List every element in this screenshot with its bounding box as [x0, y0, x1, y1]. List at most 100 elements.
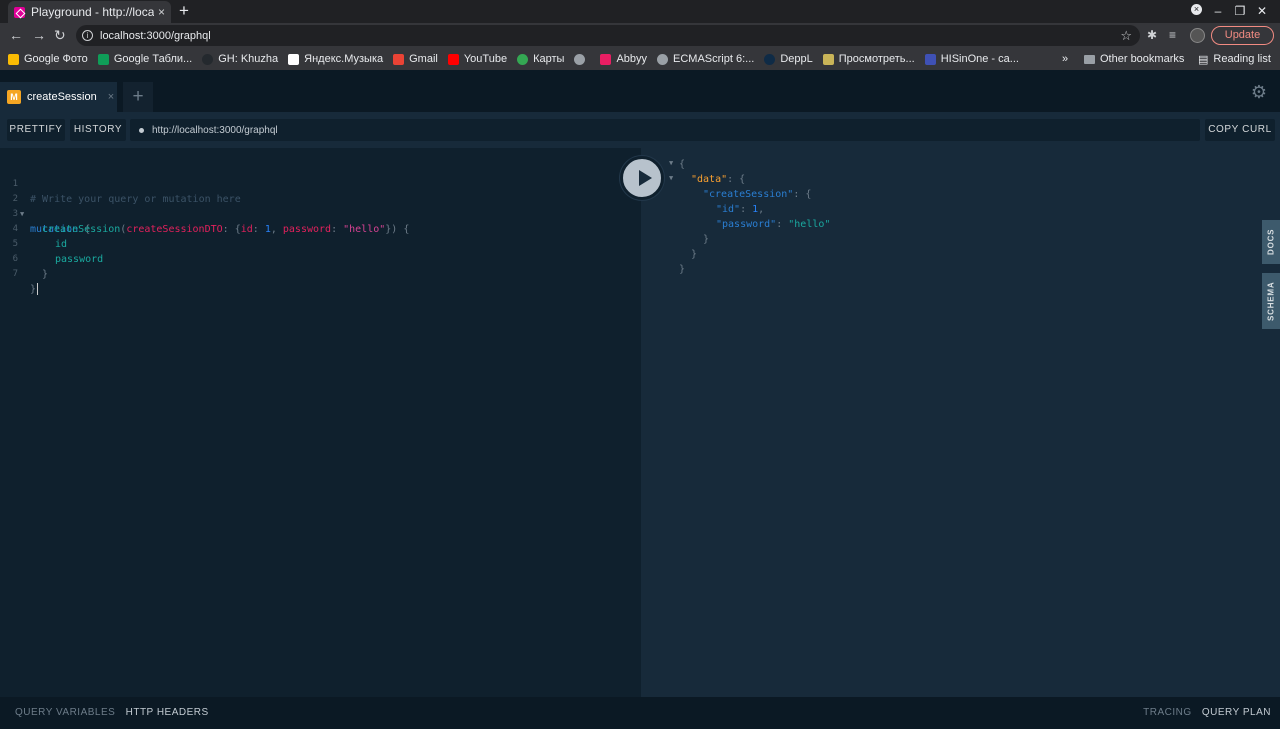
editor-line: 5 password [12, 239, 104, 265]
bookmark-item[interactable]: Яндекс.Музыка [288, 53, 383, 65]
result-line: "createSession": { [703, 189, 812, 200]
bookmark-item[interactable]: Карты [517, 53, 564, 65]
editor-line: 6 } [12, 254, 49, 280]
bookmark-item[interactable]: Просмотреть... [822, 53, 915, 65]
bookmark-item[interactable]: Abbyy [600, 53, 647, 65]
forward-arrow-icon[interactable]: → [32, 27, 46, 43]
run-query-play-button[interactable] [620, 156, 664, 200]
result-line: } [679, 264, 686, 275]
bookmark-item[interactable]: ECMAScript 6:... [657, 53, 754, 65]
reading-list-icon: ▤ [1198, 53, 1209, 66]
new-tab-button[interactable]: + [179, 2, 189, 20]
bookmark-item[interactable]: Gmail [393, 53, 438, 65]
result-line: } [691, 249, 698, 260]
bookmark-icon [97, 53, 109, 65]
extensions-puzzle-icon[interactable]: ✱ [1147, 28, 1157, 42]
editor-line: 3 createSession(createSessionDTO: {id: 1… [12, 209, 410, 235]
query-editor[interactable]: 1 # Write your query or mutation here 2 … [0, 148, 641, 697]
result-line: } [703, 234, 710, 245]
fold-arrow-icon[interactable]: ▼ [669, 159, 673, 167]
minimize-icon[interactable]: – [1212, 4, 1224, 18]
browser-tab-title: Playground - http://localh [31, 5, 154, 19]
playground-tab-label: createSession [27, 91, 97, 103]
browser-tab[interactable]: Playground - http://localh × [8, 1, 171, 23]
tracing-tab[interactable]: TRACING [1143, 707, 1192, 718]
play-icon [288, 53, 300, 65]
back-arrow-icon[interactable]: ← [9, 27, 23, 43]
add-tab-button[interactable]: + [123, 82, 153, 112]
reading-list[interactable]: ▤ Reading list [1198, 48, 1271, 70]
bookmark-item[interactable]: HISinOne - ca... [924, 53, 1019, 65]
docs-tab[interactable]: DOCS [1262, 220, 1280, 264]
editor-line: 7 } [12, 269, 39, 295]
result-pane: ▼ { ▼ "data": { "createSession": { "id":… [641, 148, 1280, 697]
maps-pin-icon [517, 53, 529, 65]
query-variables-tab[interactable]: QUERY VARIABLES [15, 707, 115, 718]
media-queue-icon[interactable]: ≡ [1169, 28, 1176, 42]
playground-tab[interactable]: M createSession × [0, 82, 117, 112]
gmail-icon [393, 53, 405, 65]
playground-tab-bar: M createSession × + ⚙ [0, 70, 1280, 112]
window-controls: × – ❐ ✕ [1191, 4, 1268, 18]
close-window-icon[interactable]: ✕ [1256, 4, 1268, 18]
address-bar[interactable]: i localhost:3000/graphql ☆ [76, 25, 1140, 46]
site-info-icon[interactable]: i [82, 30, 93, 41]
bookmark-item[interactable]: Google Фото [8, 53, 88, 65]
more-bookmarks-chevron-icon[interactable]: » [1062, 48, 1068, 70]
schema-tab[interactable]: SCHEMA [1262, 273, 1280, 329]
bookmark-item[interactable]: GH: Khuzha [202, 53, 278, 65]
history-button[interactable]: HISTORY [70, 119, 126, 141]
reload-icon[interactable]: ↻ [54, 27, 66, 44]
editor-line: 2 ▼ mutation { [12, 194, 91, 235]
endpoint-url: http://localhost:3000/graphql [152, 124, 278, 136]
result-line: { [679, 159, 686, 170]
youtube-icon [447, 53, 459, 65]
bookmark-item[interactable]: Google Табли... [97, 53, 192, 65]
text-cursor [37, 283, 39, 295]
bookmark-icon [600, 53, 612, 65]
editor-line: 4 id [12, 224, 68, 250]
fold-arrow-icon[interactable]: ▼ [669, 174, 673, 182]
profile-avatar[interactable] [1190, 28, 1205, 43]
browser-toolbar: ← → ↻ i localhost:3000/graphql ☆ ✱ ≡ Upd… [0, 23, 1280, 48]
globe-icon [657, 53, 669, 65]
github-icon [202, 53, 214, 65]
playground-toolbar: PRETTIFY HISTORY http://localhost:3000/g… [0, 112, 1280, 148]
bottom-bar: QUERY VARIABLES HTTP HEADERS TRACING QUE… [0, 697, 1280, 729]
browser-tab-strip: Playground - http://localh × + × – ❐ ✕ [0, 0, 1280, 23]
playground: M createSession × + ⚙ PRETTIFY HISTORY h… [0, 70, 1280, 729]
query-comment: # Write your query or mutation here [30, 194, 241, 205]
url-text: localhost:3000/graphql [100, 29, 211, 42]
editor-line: 1 # Write your query or mutation here [12, 179, 241, 205]
bottom-left-tabs: QUERY VARIABLES HTTP HEADERS [15, 707, 209, 718]
bookmark-icon [924, 53, 936, 65]
graphql-favicon-icon [14, 6, 25, 18]
close-playground-tab-icon[interactable]: × [108, 91, 114, 103]
mutation-badge: M [7, 90, 21, 104]
result-line: "id": 1, [716, 204, 765, 215]
bookmark-icon [822, 53, 834, 65]
update-button[interactable]: Update [1211, 26, 1274, 45]
globe-icon [574, 53, 586, 65]
prettify-button[interactable]: PRETTIFY [7, 119, 65, 141]
bookmark-item[interactable] [574, 53, 590, 65]
other-bookmarks[interactable]: Other bookmarks [1084, 48, 1184, 70]
copy-curl-button[interactable]: COPY CURL [1205, 119, 1275, 141]
media-control-icon[interactable]: × [1191, 4, 1202, 15]
gear-icon[interactable]: ⚙ [1251, 82, 1267, 103]
bookmark-item[interactable]: YouTube [447, 53, 507, 65]
restore-icon[interactable]: ❐ [1234, 4, 1246, 18]
bookmark-item[interactable]: DeppL [764, 53, 813, 65]
http-headers-tab[interactable]: HTTP HEADERS [126, 707, 209, 718]
bookmarks-bar: Google Фото Google Табли... GH: Khuzha Я… [0, 48, 1280, 70]
folder-icon [1084, 54, 1095, 64]
bottom-right-tabs: TRACING QUERY PLAN [1143, 707, 1271, 718]
result-line: "password": "hello" [716, 219, 831, 230]
deepl-icon [764, 53, 776, 65]
result-line: "data": { [691, 174, 746, 185]
endpoint-input[interactable]: http://localhost:3000/graphql [130, 119, 1200, 141]
close-tab-icon[interactable]: × [158, 5, 165, 19]
query-plan-tab[interactable]: QUERY PLAN [1202, 707, 1271, 718]
bookmark-star-icon[interactable]: ☆ [1120, 28, 1132, 44]
status-dot-icon [139, 127, 144, 133]
